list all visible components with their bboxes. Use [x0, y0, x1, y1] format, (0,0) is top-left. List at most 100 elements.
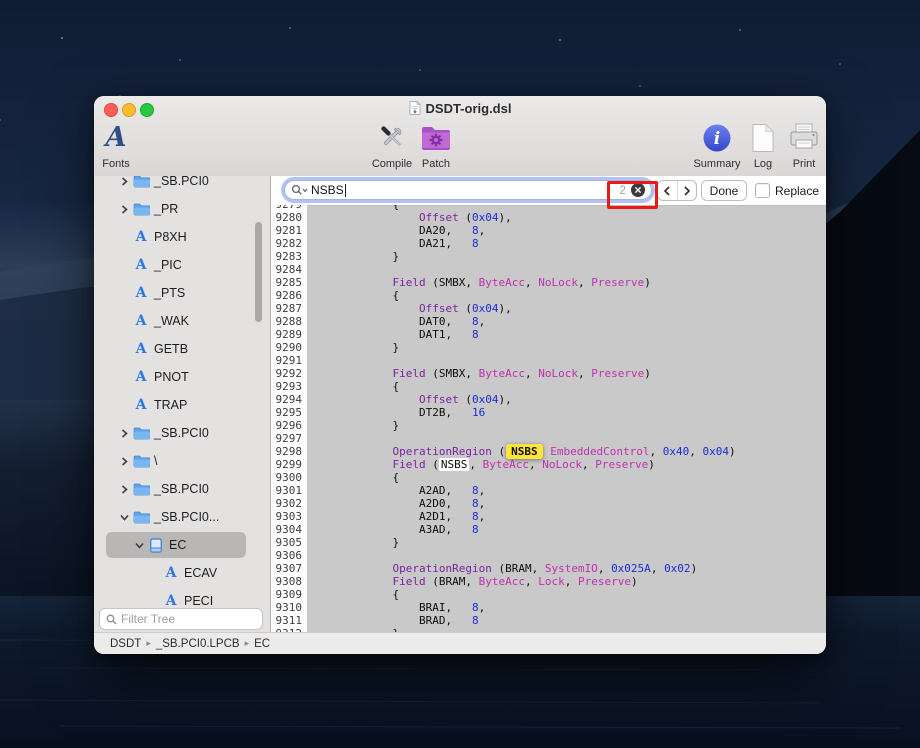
- sidebar-item-trap[interactable]: A TRAP: [94, 391, 270, 419]
- code-line: 9309 {: [271, 588, 826, 601]
- line-number: 9305: [271, 536, 307, 549]
- breadcrumb-segment: _SB.PCI0.LPCB: [155, 637, 240, 650]
- match-count-badge: 2: [619, 183, 626, 197]
- summary-button[interactable]: i Summary: [688, 116, 746, 170]
- disclosure-toggle[interactable]: [118, 176, 131, 195]
- fonts-icon: A: [105, 122, 127, 153]
- code-line: 9311 BRAD, 8: [271, 614, 826, 627]
- sidebar-item-pts[interactable]: A _PTS: [94, 279, 270, 307]
- next-match-button[interactable]: [678, 181, 697, 200]
- code-editor[interactable]: 9279 {9280 Offset (0x04),9281 DA20, 8,92…: [271, 205, 826, 633]
- patch-button[interactable]: Patch: [414, 116, 458, 170]
- code-line: 9297: [271, 432, 826, 445]
- disclosure-toggle[interactable]: [118, 419, 131, 447]
- line-number: 9310: [271, 601, 307, 614]
- folder-icon: [131, 447, 151, 475]
- line-number: 9308: [271, 575, 307, 588]
- replace-control: Replace: [755, 180, 819, 201]
- breadcrumb-separator: ▸: [146, 638, 151, 648]
- find-bar: NSBS 2 Done Replace: [271, 176, 826, 206]
- code-text: {: [392, 471, 400, 484]
- code-text: BRAI, 8,: [418, 601, 486, 614]
- disclosure-chevron-icon: [121, 204, 128, 214]
- code-text: OperationRegion (NSBS EmbeddedControl, 0…: [392, 444, 736, 459]
- line-number: 9287: [271, 302, 307, 315]
- disclosure-toggle[interactable]: [133, 531, 146, 559]
- sidebar-item-ec[interactable]: EC: [94, 531, 270, 559]
- search-input[interactable]: NSBS 2: [284, 180, 652, 200]
- folder-icon: [133, 203, 150, 215]
- sidebar-item-sbpci0[interactable]: _SB.PCI0: [94, 419, 270, 447]
- line-number: 9306: [271, 549, 307, 562]
- method-icon: A: [135, 341, 147, 357]
- sidebar-item-label: GETB: [154, 342, 189, 356]
- sidebar-item-pnot[interactable]: A PNOT: [94, 363, 270, 391]
- method-icon: A: [165, 565, 177, 581]
- previous-match-button[interactable]: [658, 181, 678, 200]
- clear-search-button[interactable]: [631, 183, 645, 197]
- code-line: 9282 DA21, 8: [271, 237, 826, 250]
- patch-folder-gear-icon: [419, 120, 453, 156]
- line-number: 9297: [271, 432, 307, 445]
- search-match-current: NSBS: [506, 444, 543, 459]
- folder-icon: [133, 455, 150, 467]
- code-text: DT2B, 16: [418, 406, 486, 419]
- line-number: 9282: [271, 237, 307, 250]
- line-number: 9289: [271, 328, 307, 341]
- sidebar-item-sbpci0[interactable]: _SB.PCI0: [94, 475, 270, 503]
- sidebar-item-pr[interactable]: _PR: [94, 195, 270, 223]
- folder-icon: [131, 419, 151, 447]
- device-icon: [150, 537, 162, 553]
- code-text: }: [392, 341, 400, 354]
- code-text: A2D1, 8,: [418, 510, 486, 523]
- compile-button[interactable]: Compile: [366, 116, 418, 170]
- replace-checkbox[interactable]: [755, 183, 770, 198]
- search-menu-icon[interactable]: [291, 184, 308, 196]
- disclosure-toggle[interactable]: [118, 447, 131, 475]
- sidebar-item-pic[interactable]: A _PIC: [94, 251, 270, 279]
- sidebar-item-ecav[interactable]: A ECAV: [94, 559, 270, 587]
- sidebar-item-[interactable]: \: [94, 447, 270, 475]
- disclosure-toggle[interactable]: [118, 503, 131, 531]
- sidebar-scrollbar[interactable]: [255, 222, 262, 322]
- code-line: 9292 Field (SMBX, ByteAcc, NoLock, Prese…: [271, 367, 826, 380]
- code-line: 9295 DT2B, 16: [271, 406, 826, 419]
- code-text: A2AD, 8,: [418, 484, 486, 497]
- method-icon: A: [135, 229, 147, 245]
- sidebar-item-sbpci0[interactable]: _SB.PCI0...: [94, 503, 270, 531]
- line-number: 9292: [271, 367, 307, 380]
- method-icon: A: [135, 369, 147, 385]
- fonts-button[interactable]: A Fonts: [94, 116, 138, 171]
- print-button[interactable]: Print: [785, 116, 823, 170]
- sidebar-item-wak[interactable]: A _WAK: [94, 307, 270, 335]
- line-number: 9286: [271, 289, 307, 302]
- done-button[interactable]: Done: [701, 180, 747, 201]
- code-text: DAT0, 8,: [418, 315, 486, 328]
- chevron-left-icon: [664, 185, 670, 196]
- disclosure-toggle[interactable]: [118, 475, 131, 503]
- sidebar-item-sbpci0[interactable]: _SB.PCI0: [94, 176, 270, 195]
- code-text: Field (SMBX, ByteAcc, NoLock, Preserve): [392, 276, 651, 289]
- code-text: DA21, 8: [418, 237, 479, 250]
- code-line: 9289 DAT1, 8: [271, 328, 826, 341]
- breadcrumb-separator: ▸: [244, 638, 250, 648]
- code-text: {: [392, 380, 400, 393]
- code-line: 9281 DA20, 8,: [271, 224, 826, 237]
- disclosure-chevron-icon: [120, 514, 129, 521]
- breadcrumb: DSDT ▸ _SB.PCI0.LPCB ▸ EC: [94, 632, 826, 654]
- code-line: 9286 {: [271, 289, 826, 302]
- sidebar-item-label: PNOT: [154, 370, 189, 384]
- line-number: 9300: [271, 471, 307, 484]
- filter-tree-input[interactable]: Filter Tree: [99, 608, 263, 630]
- search-query: NSBS: [311, 183, 344, 197]
- sidebar-item-getb[interactable]: A GETB: [94, 335, 270, 363]
- sidebar-item-p8xh[interactable]: A P8XH: [94, 223, 270, 251]
- code-line: 9288 DAT0, 8,: [271, 315, 826, 328]
- log-button[interactable]: Log: [746, 116, 780, 170]
- disclosure-toggle[interactable]: [118, 195, 131, 223]
- line-number: 9293: [271, 380, 307, 393]
- code-line: 9304 A3AD, 8: [271, 523, 826, 536]
- line-number: 9281: [271, 224, 307, 237]
- folder-icon: [131, 176, 151, 195]
